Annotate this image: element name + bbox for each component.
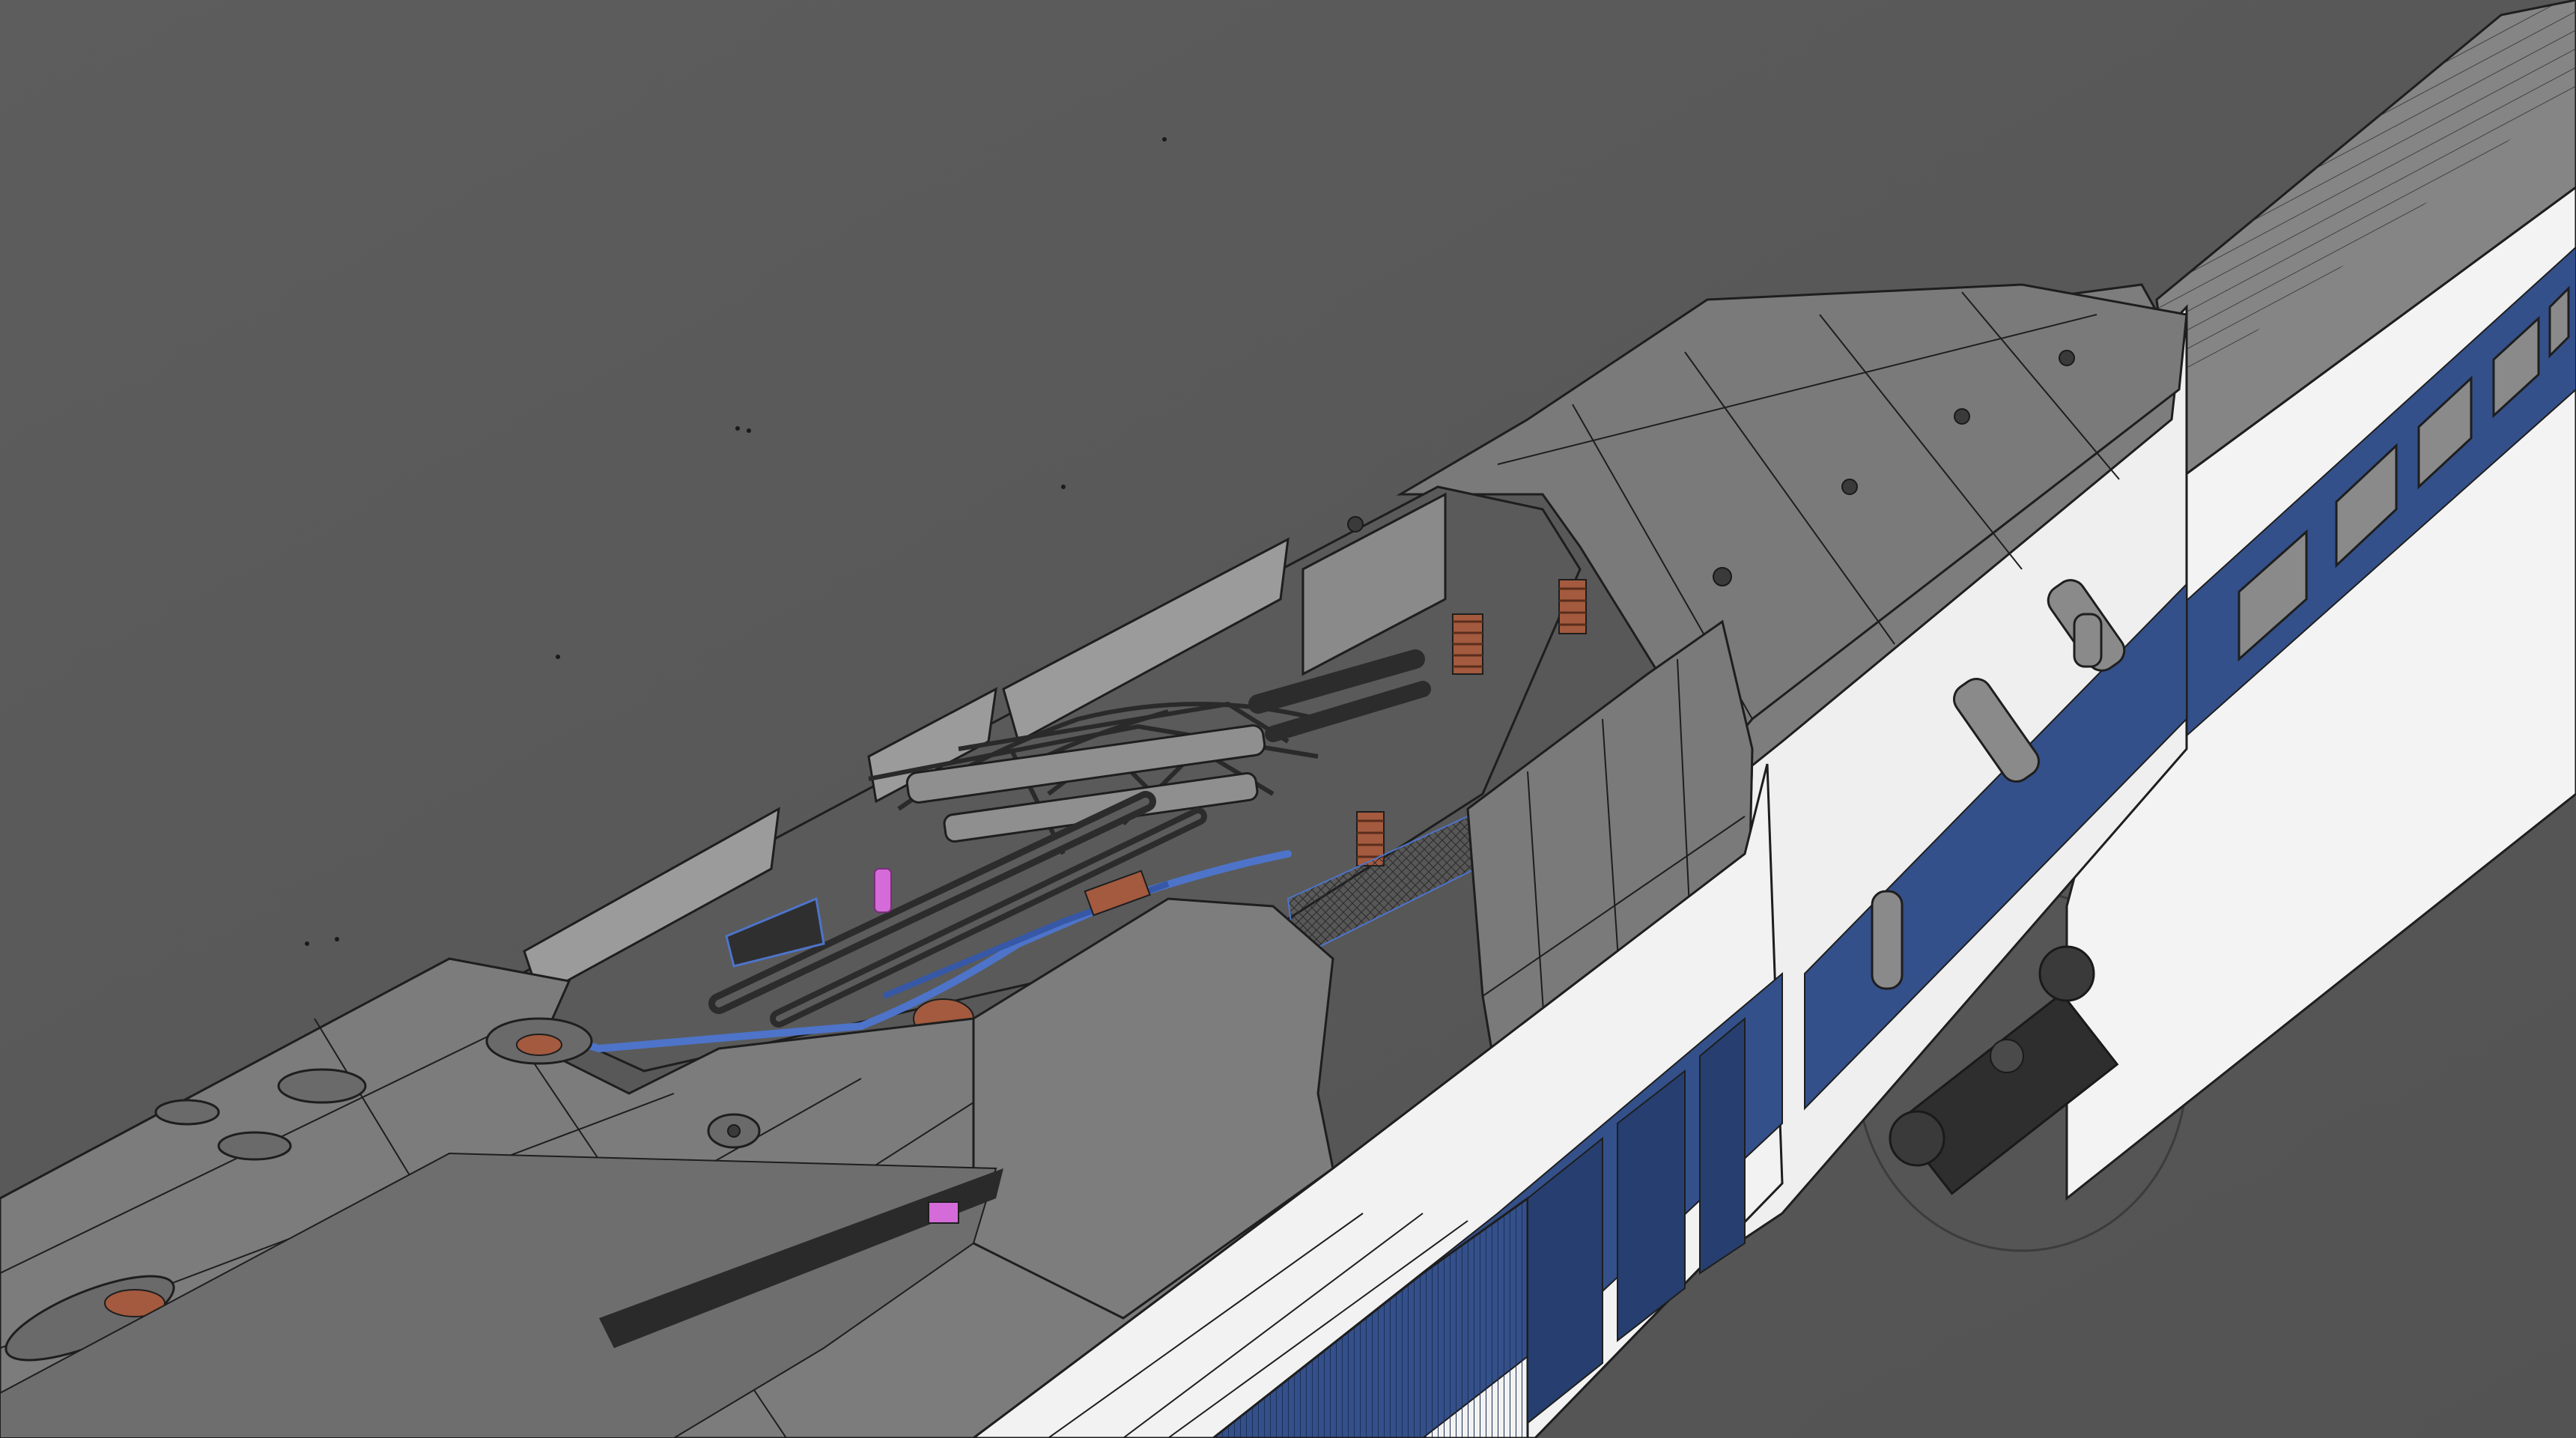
3d-viewport[interactable] bbox=[0, 0, 2576, 1438]
selected-part bbox=[874, 868, 892, 913]
wireframe-train-render[interactable] bbox=[0, 0, 2576, 1438]
